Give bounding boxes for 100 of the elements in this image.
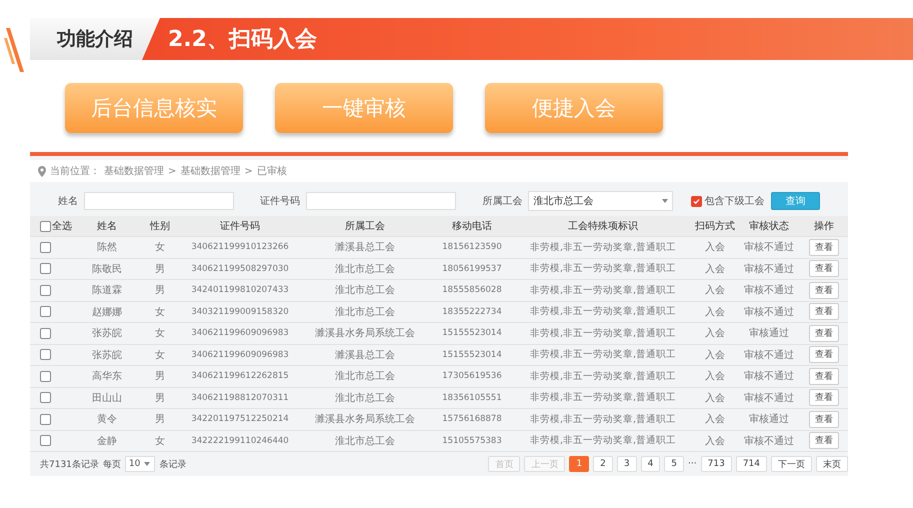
pager-nav-button[interactable]: 下一页 xyxy=(771,456,812,472)
table-cell-text: 审核不通过 xyxy=(743,392,795,405)
table-cell-text: 审核不通过 xyxy=(743,262,795,276)
union-select[interactable]: 淮北市总工会 xyxy=(528,191,672,211)
table-cell-text: 340621199612262815 xyxy=(190,371,290,382)
table-cell-text: 342201197512250214 xyxy=(190,414,290,424)
checkbox[interactable] xyxy=(40,370,51,382)
caret-icon xyxy=(144,462,150,466)
table-cell-text: 淮北市总工会 xyxy=(334,262,396,276)
table-cell-text: 审核不通过 xyxy=(743,240,795,254)
breadcrumb-link[interactable]: 基础数据管理 xyxy=(180,164,240,178)
table-cell-text: 审核不通过 xyxy=(743,434,795,448)
page-button[interactable]: 713 xyxy=(700,456,732,472)
table-cell-text: 濉溪县水务局系统工会 xyxy=(314,412,416,426)
table-cell-text: 张苏皖 xyxy=(91,326,123,340)
view-button[interactable]: 查看 xyxy=(809,238,839,256)
table-cell-text: 陈道霖 xyxy=(91,284,123,298)
table-cell-text: 入会 xyxy=(704,370,726,384)
view-button[interactable]: 查看 xyxy=(809,410,839,428)
table-cell-text: 非劳模,非五一劳动奖章,普通职工 xyxy=(528,284,678,297)
column-header: 工会特殊项标识 xyxy=(567,220,639,233)
table-cell-text: 入会 xyxy=(704,326,726,340)
checkbox[interactable] xyxy=(40,414,51,425)
location-pin-icon xyxy=(38,166,46,176)
view-button[interactable]: 查看 xyxy=(809,389,839,406)
table-cell-text: 非劳模,非五一劳动奖章,普通职工 xyxy=(528,348,678,362)
page-button[interactable]: 714 xyxy=(736,456,767,472)
table-cell-text: 黄令 xyxy=(96,412,118,426)
breadcrumb-separator: > xyxy=(244,166,253,176)
table-cell-text: 入会 xyxy=(704,262,726,276)
per-page-suffix: 条记录 xyxy=(159,458,186,470)
pager-nav-button[interactable]: 末页 xyxy=(816,456,848,472)
column-header: 扫码方式 xyxy=(694,220,736,233)
checkbox[interactable] xyxy=(40,284,51,296)
table-cell-text: 濉溪县总工会 xyxy=(334,348,396,362)
checkbox[interactable] xyxy=(40,328,51,339)
view-button[interactable]: 查看 xyxy=(809,303,839,320)
table-cell-text: 15756168878 xyxy=(441,414,503,424)
checkbox[interactable] xyxy=(40,242,51,253)
view-button[interactable]: 查看 xyxy=(809,282,839,299)
table-cell-text: 赵娜娜 xyxy=(91,306,123,319)
table-cell-text: 濉溪县总工会 xyxy=(334,240,396,254)
column-header: 所属工会 xyxy=(344,220,386,233)
table-cell-text: 18056199537 xyxy=(441,264,503,274)
table-cell-text: 入会 xyxy=(704,392,726,405)
table-cell-text: 340621199609096983 xyxy=(190,350,290,360)
view-button[interactable]: 查看 xyxy=(809,346,839,364)
column-header: 姓名 xyxy=(96,220,118,233)
per-page-label: 每页 xyxy=(102,458,121,470)
checkbox[interactable] xyxy=(40,306,51,318)
table-cell-text: 340621199910123266 xyxy=(190,242,290,252)
checkbox[interactable] xyxy=(40,435,51,446)
page-button[interactable]: 3 xyxy=(616,456,637,472)
table-cell-text: 淮北市总工会 xyxy=(334,370,396,384)
table-cell-text: 15105575383 xyxy=(441,436,503,446)
breadcrumb-separator: > xyxy=(168,166,176,176)
checkbox[interactable] xyxy=(40,220,51,232)
checkbox[interactable] xyxy=(40,263,51,274)
table-cell-text: 陈敬民 xyxy=(91,262,123,276)
field-label: 所属工会 xyxy=(482,194,522,208)
column-header: 性别 xyxy=(148,220,171,233)
section-tag: 功能介绍 xyxy=(30,18,160,60)
table-cell-text: 非劳模,非五一劳动奖章,普通职工 xyxy=(528,240,678,254)
page-button[interactable]: 4 xyxy=(640,456,660,472)
table-cell-text: 非劳模,非五一劳动奖章,普通职工 xyxy=(528,305,678,318)
table-cell-text: 340621198812070311 xyxy=(190,392,290,403)
total-count: 共7131条记录 xyxy=(40,458,99,470)
table-cell-text: 男 xyxy=(154,392,166,405)
table-cell-text: 18355222734 xyxy=(441,306,503,317)
table-cell-text: 高华东 xyxy=(91,370,123,384)
table-cell-text: 非劳模,非五一劳动奖章,普通职工 xyxy=(528,370,678,383)
view-button[interactable]: 查看 xyxy=(809,432,839,450)
table-cell-text: 女 xyxy=(154,434,166,448)
breadcrumb-link[interactable]: 基础数据管理 xyxy=(104,164,164,178)
column-header: 移动电话 xyxy=(451,220,493,233)
table-cell-text: 审核不通过 xyxy=(743,284,795,298)
table-cell-text: 入会 xyxy=(704,434,726,448)
view-button[interactable]: 查看 xyxy=(809,324,839,342)
checkbox[interactable] xyxy=(690,196,702,206)
id-field[interactable] xyxy=(306,192,456,210)
page-button[interactable]: 5 xyxy=(664,456,684,472)
table-cell-text: 淮北市总工会 xyxy=(334,306,396,319)
caret-icon xyxy=(662,199,668,203)
table-cell-text: 男 xyxy=(154,413,166,426)
view-button[interactable]: 查看 xyxy=(809,260,839,278)
table-cell-text: 男 xyxy=(154,370,166,384)
table-cell-text: 入会 xyxy=(704,284,726,298)
checkbox[interactable] xyxy=(40,392,51,404)
table-cell-text: 340621199508297030 xyxy=(190,264,290,274)
name-field[interactable] xyxy=(84,192,234,210)
per-page-select[interactable]: 10 xyxy=(124,456,156,472)
view-button[interactable]: 查看 xyxy=(809,368,839,385)
breadcrumb-link[interactable]: 已审核 xyxy=(256,164,287,178)
table-cell-text: 女 xyxy=(154,241,166,254)
checkbox-label: 包含下级工会 xyxy=(704,194,764,208)
feature-badge: 便捷入会 xyxy=(485,83,663,133)
page-button[interactable]: 2 xyxy=(593,456,613,472)
field-label: 姓名 xyxy=(58,195,78,208)
table-cell-text: 金静 xyxy=(96,434,118,448)
checkbox[interactable] xyxy=(40,349,51,360)
